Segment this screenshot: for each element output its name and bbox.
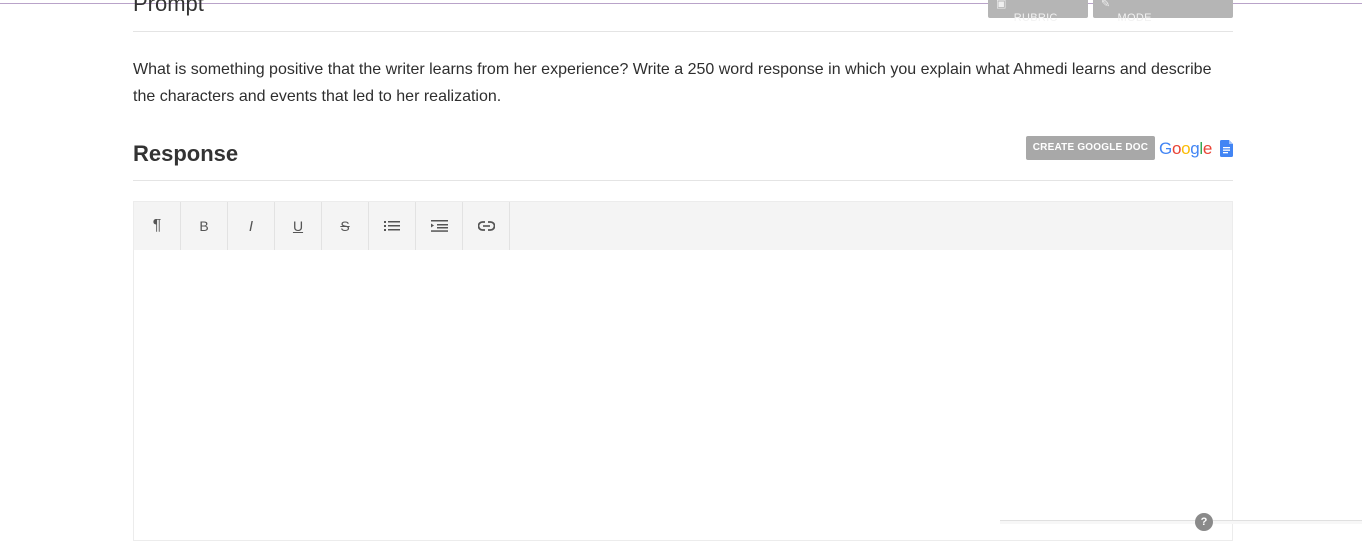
response-title: Response bbox=[133, 141, 239, 166]
help-icon[interactable]: ? bbox=[1195, 513, 1213, 531]
view-rubric-button[interactable]: ▣ VIEW RUBRIC bbox=[988, 0, 1088, 24]
list-icon bbox=[384, 221, 400, 231]
prompt-header: Prompt ▣ VIEW RUBRIC ✎ SPLIT SCREEN MODE bbox=[133, 0, 1233, 32]
underline-icon: U bbox=[292, 218, 304, 234]
bottom-panel-edge bbox=[1000, 520, 1362, 524]
split-screen-button[interactable]: ✎ SPLIT SCREEN MODE bbox=[1093, 0, 1233, 24]
underline-button[interactable]: U bbox=[275, 202, 322, 250]
italic-icon: I bbox=[248, 217, 254, 235]
insert-link-button[interactable] bbox=[463, 202, 510, 250]
prompt-title: Prompt bbox=[133, 0, 204, 16]
split-screen-label: SPLIT SCREEN MODE bbox=[1117, 12, 1152, 24]
google-logo: Google bbox=[1159, 139, 1213, 158]
editor-toolbar: ¶ B I U S bbox=[134, 202, 1232, 250]
pencil-icon: ✎ bbox=[1101, 0, 1111, 10]
view-rubric-label: VIEW RUBRIC bbox=[1013, 12, 1058, 24]
response-editor[interactable]: ¶ B I U S bbox=[133, 201, 1233, 541]
paragraph-icon: ¶ bbox=[152, 217, 162, 234]
prompt-text: What is something positive that the writ… bbox=[133, 61, 1212, 105]
bulleted-list-button[interactable] bbox=[369, 202, 416, 250]
rubric-icon: ▣ bbox=[996, 0, 1007, 10]
indent-button[interactable] bbox=[416, 202, 463, 250]
paragraph-format-button[interactable]: ¶ bbox=[134, 202, 181, 250]
bold-icon: B bbox=[199, 218, 209, 234]
google-docs-icon bbox=[1220, 140, 1233, 157]
response-header: Response CREATE GOOGLE DOC Google bbox=[133, 134, 1233, 181]
indent-icon bbox=[430, 220, 448, 232]
editor-text-area[interactable] bbox=[134, 250, 1232, 540]
link-icon bbox=[477, 221, 495, 231]
create-google-doc-button[interactable]: CREATE GOOGLE DOC bbox=[1026, 136, 1155, 160]
bold-button[interactable]: B bbox=[181, 202, 228, 250]
strikethrough-button[interactable]: S bbox=[322, 202, 369, 250]
strikethrough-icon: S bbox=[340, 218, 350, 234]
italic-button[interactable]: I bbox=[228, 202, 275, 250]
main-container: Prompt ▣ VIEW RUBRIC ✎ SPLIT SCREEN MODE… bbox=[133, 0, 1233, 541]
